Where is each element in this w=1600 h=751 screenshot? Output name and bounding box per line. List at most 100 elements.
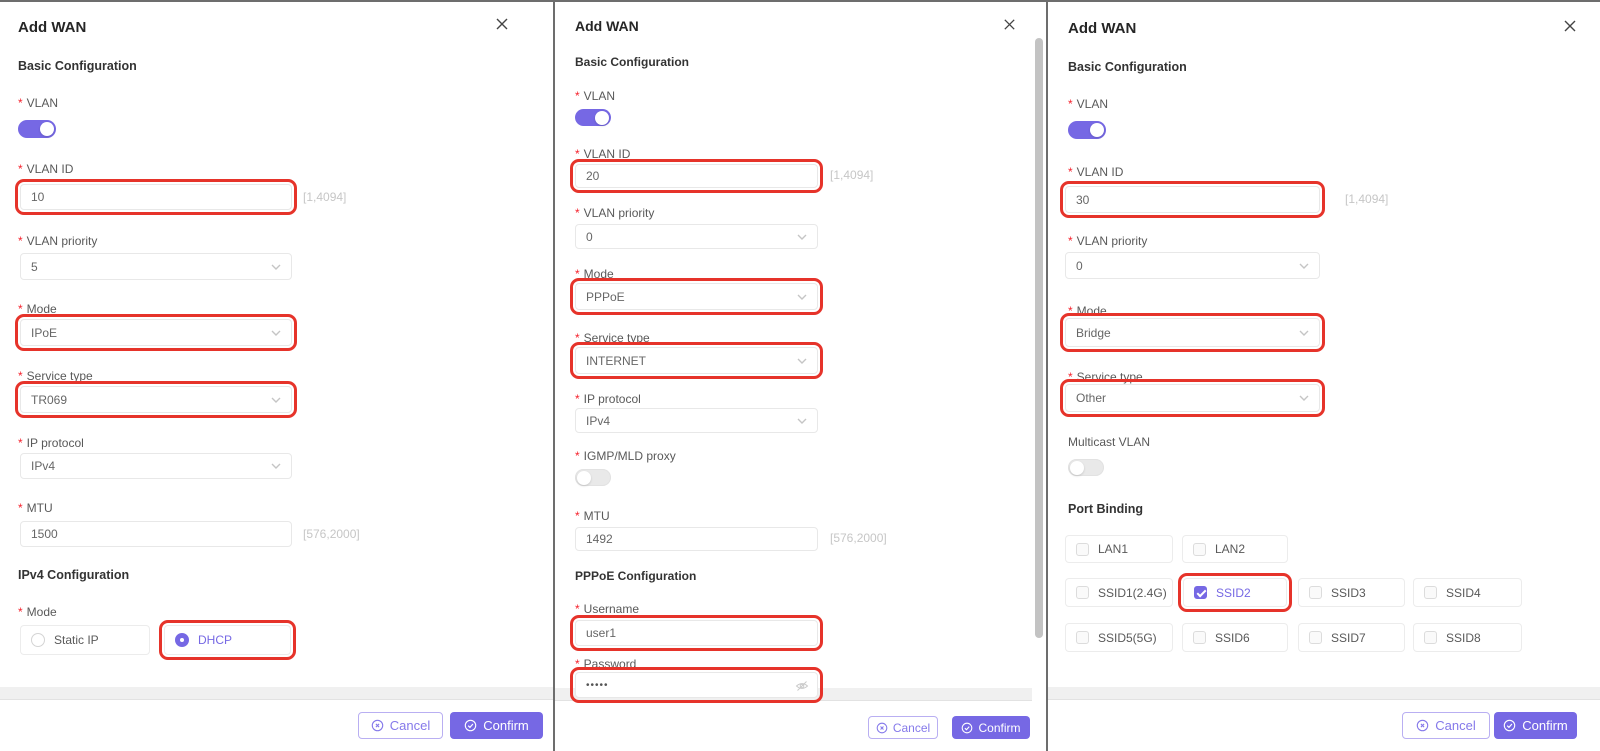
confirm-button[interactable]: Confirm	[952, 716, 1030, 739]
chevron-down-icon	[270, 261, 282, 276]
radio-dhcp[interactable]: DHCP	[164, 625, 291, 655]
mode-value: Bridge	[1076, 326, 1111, 340]
mode-select[interactable]: IPoE	[20, 319, 292, 346]
checkbox-ssid4[interactable]: SSID4	[1413, 578, 1522, 607]
checkbox-ssid5[interactable]: SSID5(5G)	[1065, 623, 1173, 652]
chevron-down-icon	[1298, 392, 1310, 407]
vlan-toggle[interactable]	[18, 120, 56, 138]
multicast-vlan-label: Multicast VLAN	[1068, 435, 1150, 449]
panel-divider-2	[1046, 0, 1048, 751]
checkbox-ssid7[interactable]: SSID7	[1298, 623, 1405, 652]
checkbox-ssid6[interactable]: SSID6	[1182, 623, 1288, 652]
section-port-binding: Port Binding	[1068, 502, 1143, 516]
vlan-id-input[interactable]	[20, 184, 292, 210]
confirm-icon	[961, 722, 973, 734]
cancel-icon	[371, 719, 384, 732]
radio-label: Static IP	[54, 633, 99, 647]
vlan-id-input[interactable]	[1065, 186, 1320, 213]
mtu-input[interactable]	[20, 521, 292, 547]
checkbox-checked-icon	[1194, 586, 1207, 599]
vlan-id-range-hint: [1,4094]	[1345, 192, 1388, 206]
checkbox-icon	[1076, 631, 1089, 644]
checkbox-label: LAN1	[1098, 542, 1128, 556]
section-basic-configuration: Basic Configuration	[1068, 60, 1187, 74]
cancel-button[interactable]: Cancel	[868, 716, 938, 739]
checkbox-label: SSID4	[1446, 586, 1481, 600]
checkbox-ssid2[interactable]: SSID2	[1183, 578, 1287, 607]
confirm-icon	[1503, 719, 1516, 732]
checkbox-lan2[interactable]: LAN2	[1182, 535, 1288, 563]
close-icon[interactable]	[1562, 18, 1578, 39]
checkbox-label: SSID3	[1331, 586, 1366, 600]
username-label: *Username	[575, 602, 639, 616]
vlan-toggle[interactable]	[575, 109, 611, 126]
checkbox-label: SSID5(5G)	[1098, 631, 1157, 645]
confirm-button[interactable]: Confirm	[1494, 712, 1577, 739]
cancel-label: Cancel	[1435, 718, 1475, 733]
vlan-priority-select[interactable]: 0	[1065, 252, 1320, 279]
checkbox-lan1[interactable]: LAN1	[1065, 535, 1173, 563]
vlan-toggle[interactable]	[1068, 121, 1106, 139]
chevron-down-icon	[270, 394, 282, 409]
mtu-label: *MTU	[18, 501, 53, 515]
vlan-id-input[interactable]	[575, 164, 818, 188]
checkbox-ssid1[interactable]: SSID1(2.4G)	[1065, 578, 1173, 607]
checkbox-ssid3[interactable]: SSID3	[1298, 578, 1405, 607]
ip-protocol-select[interactable]: IPv4	[575, 408, 818, 433]
vlan-priority-label: *VLAN priority	[18, 234, 97, 248]
checkbox-label: SSID6	[1215, 631, 1250, 645]
checkbox-icon	[1424, 586, 1437, 599]
cancel-button[interactable]: Cancel	[358, 712, 443, 739]
vlan-priority-select[interactable]: 5	[20, 253, 292, 280]
cancel-button[interactable]: Cancel	[1402, 712, 1490, 739]
mode-select[interactable]: Bridge	[1065, 318, 1320, 347]
mtu-range-hint: [576,2000]	[303, 527, 360, 541]
mtu-input[interactable]	[575, 527, 818, 551]
panel-divider-1	[553, 0, 555, 751]
vlan-priority-label: *VLAN priority	[1068, 234, 1147, 248]
footer-shadow	[0, 687, 553, 700]
eye-invisible-icon[interactable]	[795, 679, 809, 696]
mode-select[interactable]: PPPoE	[575, 283, 818, 310]
scrollbar-thumb[interactable]	[1035, 38, 1043, 638]
vlan-id-label: *VLAN ID	[575, 147, 630, 161]
section-ipv4-configuration: IPv4 Configuration	[18, 568, 129, 582]
vlan-id-range-hint: [1,4094]	[303, 190, 346, 204]
window-top-border	[0, 0, 1600, 2]
checkbox-ssid8[interactable]: SSID8	[1413, 623, 1522, 652]
page-title: Add WAN	[18, 19, 86, 36]
radio-label: DHCP	[198, 633, 232, 647]
confirm-label: Confirm	[483, 718, 529, 733]
password-input[interactable]: •••••	[575, 672, 818, 698]
confirm-button[interactable]: Confirm	[450, 712, 543, 739]
checkbox-icon	[1076, 586, 1089, 599]
radio-static-ip[interactable]: Static IP	[20, 625, 150, 655]
service-type-select[interactable]: TR069	[20, 386, 292, 413]
checkbox-icon	[1309, 586, 1322, 599]
vlan-label: *VLAN	[18, 96, 58, 110]
igmp-mld-proxy-toggle[interactable]	[575, 469, 611, 486]
cancel-label: Cancel	[893, 721, 930, 735]
close-icon[interactable]	[494, 16, 510, 37]
service-type-value: TR069	[31, 393, 67, 407]
mode-value: PPPoE	[586, 290, 625, 304]
service-type-select[interactable]: Other	[1065, 384, 1320, 412]
confirm-label: Confirm	[978, 721, 1020, 735]
checkbox-label: SSID7	[1331, 631, 1366, 645]
checkbox-icon	[1424, 631, 1437, 644]
mtu-range-hint: [576,2000]	[830, 531, 887, 545]
vlan-priority-select[interactable]: 0	[575, 224, 818, 249]
chevron-down-icon	[270, 460, 282, 475]
ip-protocol-label: *IP protocol	[18, 436, 84, 450]
ip-protocol-select[interactable]: IPv4	[20, 453, 292, 479]
radio-selected-icon	[175, 633, 189, 647]
multicast-vlan-toggle[interactable]	[1068, 459, 1104, 476]
radio-icon	[31, 633, 45, 647]
service-type-select[interactable]: INTERNET	[575, 347, 818, 374]
username-input[interactable]	[575, 620, 818, 646]
vlan-id-label: *VLAN ID	[18, 162, 73, 176]
chevron-down-icon	[796, 231, 808, 246]
service-type-label: *Service type	[1068, 370, 1143, 384]
close-icon[interactable]	[1002, 17, 1017, 37]
checkbox-label: LAN2	[1215, 542, 1245, 556]
